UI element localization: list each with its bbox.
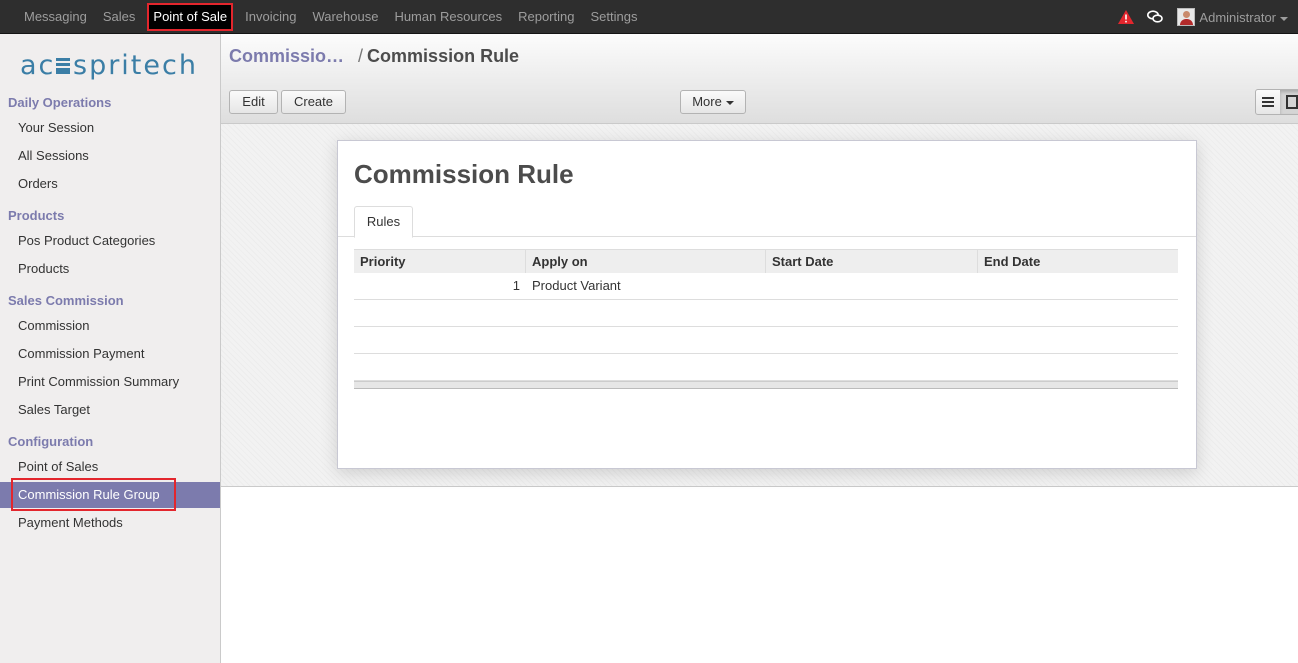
menu-settings[interactable]: Settings xyxy=(582,0,645,34)
chevron-down-icon[interactable] xyxy=(1280,16,1288,21)
menu-invoicing[interactable]: Invoicing xyxy=(237,0,304,34)
sidebar-item-commission-rule-group[interactable]: Commission Rule Group xyxy=(0,482,220,508)
empty-row xyxy=(354,300,1178,327)
avatar[interactable] xyxy=(1177,8,1196,26)
sidebar-item-print-commission-summary[interactable]: Print Commission Summary xyxy=(0,369,220,395)
sidebar-item-your-session[interactable]: Your Session xyxy=(0,115,220,141)
cell-priority: 1 xyxy=(512,278,520,293)
sidebar-item-sales-target[interactable]: Sales Target xyxy=(0,397,220,423)
more-label: More xyxy=(692,94,722,109)
cell-start-date xyxy=(766,273,978,299)
menu-point-of-sale[interactable]: Point of Sale xyxy=(147,3,234,31)
svg-text:spritech: spritech xyxy=(73,50,198,81)
column-header-priority[interactable]: Priority xyxy=(354,250,526,273)
breadcrumb-separator: / xyxy=(358,46,364,66)
cell-apply-on: Product Variant xyxy=(532,278,621,293)
menu-messaging[interactable]: Messaging xyxy=(16,0,95,34)
table-row[interactable]: 1 Product Variant xyxy=(354,273,1178,300)
sidebar: ac spritech Daily Operations Your Sessio… xyxy=(0,34,221,663)
sidebar-item-products[interactable]: Products xyxy=(0,256,220,282)
sidebar-item-payment-methods[interactable]: Payment Methods xyxy=(0,510,220,536)
tab-rules[interactable]: Rules xyxy=(354,206,413,238)
menu-human-resources[interactable]: Human Resources xyxy=(386,0,510,34)
section-products: Products xyxy=(8,208,65,223)
section-daily-operations: Daily Operations xyxy=(8,95,112,110)
menu-warehouse[interactable]: Warehouse xyxy=(304,0,386,34)
breadcrumb-current: Commission Rule xyxy=(367,46,520,66)
column-header-end-date[interactable]: End Date xyxy=(978,250,1178,273)
section-configuration: Configuration xyxy=(8,434,94,449)
svg-text:ac: ac xyxy=(20,50,55,81)
rules-table: Priority Apply on Start Date End Date 1 … xyxy=(354,249,1178,389)
more-dropdown-button[interactable]: More xyxy=(680,90,746,114)
company-logo: ac spritech xyxy=(20,48,202,82)
sidebar-item-orders[interactable]: Orders xyxy=(0,171,220,197)
edit-button[interactable]: Edit xyxy=(229,90,278,114)
empty-row xyxy=(354,354,1178,381)
user-name[interactable]: Administrator xyxy=(1199,10,1276,25)
column-header-apply-on[interactable]: Apply on xyxy=(526,250,766,273)
breadcrumb: Commissio… / Commission Rule xyxy=(229,46,519,67)
view-switcher xyxy=(1255,89,1298,115)
table-footer xyxy=(354,381,1178,389)
control-panel: Commissio… / Commission Rule Edit Create M… xyxy=(221,34,1298,124)
table-header: Priority Apply on Start Date End Date xyxy=(354,249,1178,273)
top-navbar: Messaging Sales Point of Sale Invoicing … xyxy=(0,0,1298,34)
record-title: Commission Rule xyxy=(354,159,574,189)
main-menu: Messaging Sales Point of Sale Invoicing … xyxy=(16,0,645,34)
sidebar-item-commission-payment[interactable]: Commission Payment xyxy=(0,341,220,367)
form-sheet: Commission Rule Rules Priority Apply on … xyxy=(337,140,1197,469)
column-header-start-date[interactable]: Start Date xyxy=(766,250,978,273)
user-area: Administrator xyxy=(1117,0,1288,34)
breadcrumb-parent-link[interactable]: Commissio… xyxy=(229,46,344,66)
section-sales-commission: Sales Commission xyxy=(8,293,124,308)
warning-icon[interactable] xyxy=(1117,9,1135,25)
sidebar-item-pos-product-categories[interactable]: Pos Product Categories xyxy=(0,228,220,254)
create-button[interactable]: Create xyxy=(281,90,346,114)
empty-row xyxy=(354,327,1178,354)
caret-down-icon xyxy=(725,100,734,105)
chat-icon[interactable] xyxy=(1147,10,1164,24)
form-view-icon[interactable] xyxy=(1280,90,1298,114)
list-view-icon[interactable] xyxy=(1256,90,1280,114)
sidebar-item-commission[interactable]: Commission xyxy=(0,313,220,339)
sidebar-item-all-sessions[interactable]: All Sessions xyxy=(0,143,220,169)
menu-sales[interactable]: Sales xyxy=(95,0,144,34)
sidebar-item-point-of-sales[interactable]: Point of Sales xyxy=(0,454,220,480)
cell-end-date xyxy=(978,273,1178,299)
notebook-tabs: Rules xyxy=(338,205,1196,238)
menu-reporting[interactable]: Reporting xyxy=(510,0,582,34)
